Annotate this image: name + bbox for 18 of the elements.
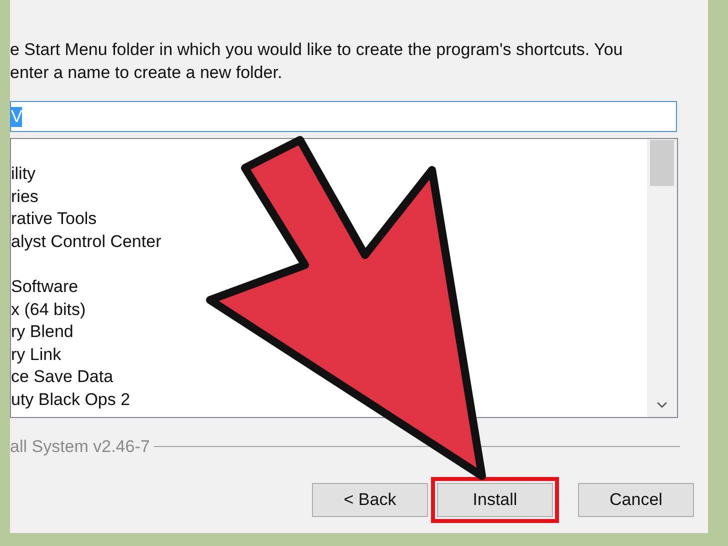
dialog-button[interactable]: < Back: [312, 482, 428, 516]
folder-list-item[interactable]: ility: [11, 163, 647, 186]
folder-list-item[interactable]: Software: [11, 276, 647, 299]
folder-list-item[interactable]: rative Tools: [11, 208, 647, 231]
field-value: V: [11, 106, 22, 126]
folder-list-item[interactable]: x (64 bits): [11, 298, 647, 322]
scrollbar-thumb[interactable]: [650, 140, 674, 186]
dialog-button[interactable]: Install: [437, 482, 553, 516]
folder-list-item[interactable]: ce Save Data: [11, 366, 647, 389]
folder-list-item[interactable]: ry Link: [11, 344, 647, 366]
instruction-text: e Start Menu folder in which you would like to create the program's shortcuts. You enter a name to create a new folder.: [10, 39, 624, 84]
dialog-button[interactable]: Cancel: [578, 482, 694, 516]
folder-list-item[interactable]: ries: [11, 186, 647, 208]
folder-list-item[interactable]: uty Black Ops 2: [11, 388, 647, 412]
installer-branding: all System v2.46-7: [10, 436, 150, 458]
folder-list-item[interactable]: alyst Control Center: [11, 230, 647, 254]
folder-list-item[interactable]: ry Blend: [11, 321, 647, 344]
scrollbar[interactable]: [647, 139, 677, 417]
